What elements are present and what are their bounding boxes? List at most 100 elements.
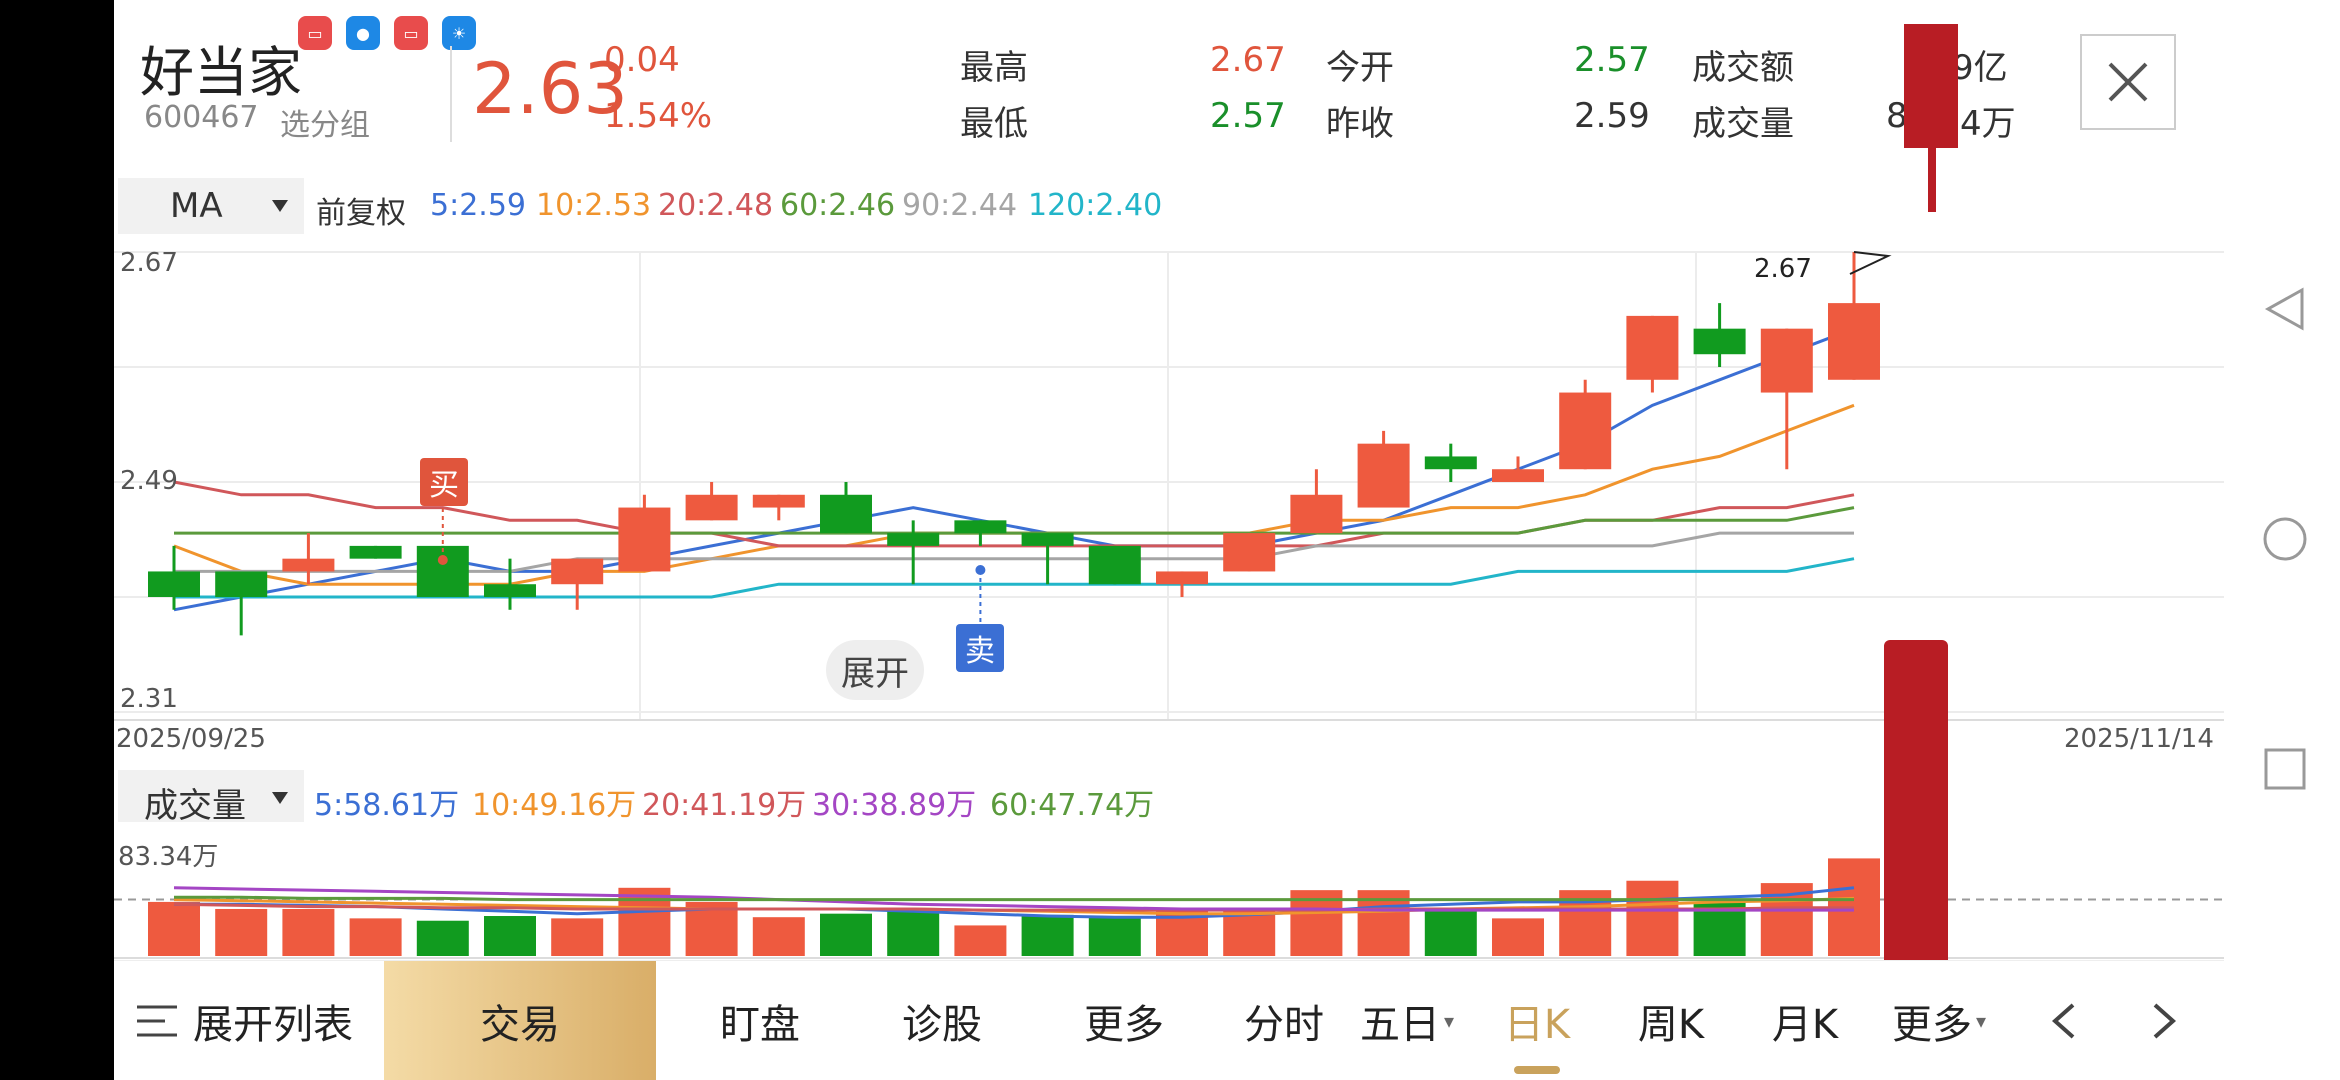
date-start-label: 2025/09/25 (116, 724, 266, 754)
system-nav-bar (2224, 0, 2340, 1080)
candle-body-14 (1088, 545, 1141, 585)
candle-body-20 (1492, 469, 1544, 482)
ma90-label: 90:2.44 (902, 188, 1018, 223)
candle-23 (1693, 303, 1746, 367)
weather-badge-icon[interactable]: ☀ (442, 16, 476, 50)
volume-bar-14 (1088, 916, 1141, 956)
sell-marker-dot (975, 565, 986, 575)
ma120-label: 120:2.40 (1028, 188, 1163, 223)
price-change-pct: 1.54% (604, 96, 713, 136)
vol-ma20-label: 20:41.19万 (642, 788, 807, 823)
prev-arrow-button[interactable] (2024, 961, 2104, 1080)
volume-bar-1 (215, 908, 268, 956)
high-label: 最高 (960, 48, 1028, 88)
volume-bar-16 (1223, 911, 1276, 956)
tab-five-day[interactable]: 五日 ▾ (1340, 961, 1474, 1080)
tab-more[interactable]: 更多 ▾ (1872, 961, 2006, 1080)
volume-bar-11 (887, 911, 940, 956)
prev-close-value: 2.59 (1574, 96, 1650, 136)
open-value: 2.57 (1574, 40, 1650, 80)
tab-more-label: 更多 (1891, 1002, 1972, 1048)
vol-ma5-label: 5:58.61万 (314, 788, 460, 823)
watch-button[interactable]: 盯盘 (680, 961, 840, 1080)
volume-bar-3 (349, 918, 402, 956)
candle-body-9 (752, 494, 805, 508)
back-triangle-icon[interactable] (2260, 284, 2310, 334)
select-group-link[interactable]: 选分组 (280, 100, 370, 144)
candle-body-16 (1223, 533, 1276, 572)
home-circle-icon[interactable] (2260, 514, 2310, 564)
candle-8 (685, 482, 738, 521)
candle-2 (282, 533, 335, 585)
badge-group: ▭ ● ▭ ☀ (298, 16, 476, 50)
volume-bar-5 (484, 916, 536, 956)
candle-body-21 (1559, 392, 1612, 470)
ma-toolbar: MA 前复权 5:2.59 10:2.53 20:2.48 60:2.46 90… (114, 176, 2224, 236)
huawei-badge-icon[interactable]: ▭ (298, 16, 332, 50)
volume-bar-2 (282, 908, 335, 956)
red-overlay-mark-bottom (1884, 640, 1948, 966)
chevron-left-icon (2051, 1003, 2075, 1039)
candle-10 (820, 482, 872, 534)
adjust-label[interactable]: 前复权 (316, 188, 406, 232)
expand-button[interactable]: 展开 (826, 640, 924, 700)
huawei-badge-icon-2[interactable]: ▭ (394, 16, 428, 50)
candle-7 (618, 494, 671, 572)
candle-body-15 (1156, 571, 1208, 585)
candle-body-4 (416, 545, 469, 597)
tab-daily-k[interactable]: 日K (1470, 961, 1604, 1080)
candle-21 (1559, 379, 1612, 470)
volume-bar-20 (1492, 918, 1544, 956)
active-tab-underline (1514, 1066, 1560, 1074)
candle-body-7 (618, 507, 671, 572)
y-axis-mid-label: 2.49 (120, 466, 178, 496)
volume-bar-12 (954, 925, 1007, 956)
volume-y-top-label: 83.34万 (118, 842, 219, 872)
candle-19 (1424, 443, 1477, 482)
candle-body-22 (1626, 315, 1679, 380)
candle-4 (416, 545, 469, 597)
ma5-label: 5:2.59 (430, 188, 526, 223)
candle-6 (551, 558, 604, 610)
tab-weekly-k[interactable]: 周K (1604, 961, 1738, 1080)
message-badge-icon[interactable]: ● (346, 16, 380, 50)
recents-square-icon[interactable] (2260, 744, 2310, 794)
more-button[interactable]: 更多 (1044, 961, 1204, 1080)
candle-body-13 (1021, 533, 1074, 546)
high-marker-label: 2.67 (1754, 254, 1812, 284)
vol-ma30-label: 30:38.89万 (812, 788, 977, 823)
left-black-bar (0, 0, 114, 1080)
volume-indicator-select[interactable]: 成交量 (118, 770, 304, 826)
bottom-nav: 展开列表 交易 盯盘 诊股 更多 分时 五日 ▾ 日K 周K 月K 更多 ▾ (114, 960, 2224, 1080)
candle-1 (215, 571, 268, 636)
high-value: 2.67 (1210, 40, 1286, 80)
red-overlay-mark-wick (1928, 148, 1936, 212)
next-arrow-button[interactable] (2124, 961, 2204, 1080)
candle-18 (1357, 430, 1410, 508)
prev-close-label: 昨收 (1326, 104, 1394, 144)
buy-marker-dot (437, 555, 448, 565)
tab-monthly-k[interactable]: 月K (1738, 961, 1872, 1080)
candle-9 (752, 494, 805, 521)
chevron-right-icon (2153, 1003, 2177, 1039)
diagnose-button[interactable]: 诊股 (862, 961, 1022, 1080)
expand-list-button[interactable]: 展开列表 (114, 961, 374, 1080)
candle-20 (1492, 456, 1544, 482)
trade-button[interactable]: 交易 (384, 961, 656, 1080)
candle-3 (349, 545, 402, 559)
high-marker-leader (1849, 251, 1892, 275)
candle-22 (1626, 315, 1679, 393)
sell-signal-tag[interactable]: 卖 (956, 624, 1004, 672)
tab-intraday[interactable]: 分时 (1214, 961, 1354, 1080)
candle-11 (887, 520, 940, 585)
indicator-select[interactable]: MA (118, 178, 304, 234)
volume-bar-7 (618, 887, 671, 956)
volume-value-suffix: 4万 (1960, 104, 2016, 144)
buy-signal-tag[interactable]: 买 (420, 458, 468, 506)
amount-value: 9亿 (1952, 48, 2008, 88)
candle-body-19 (1424, 456, 1477, 470)
stock-code: 600467 (144, 100, 259, 135)
close-button[interactable] (2080, 34, 2176, 130)
candle-body-24 (1760, 328, 1813, 393)
caret-down-icon-4: ▾ (1975, 1009, 1987, 1033)
